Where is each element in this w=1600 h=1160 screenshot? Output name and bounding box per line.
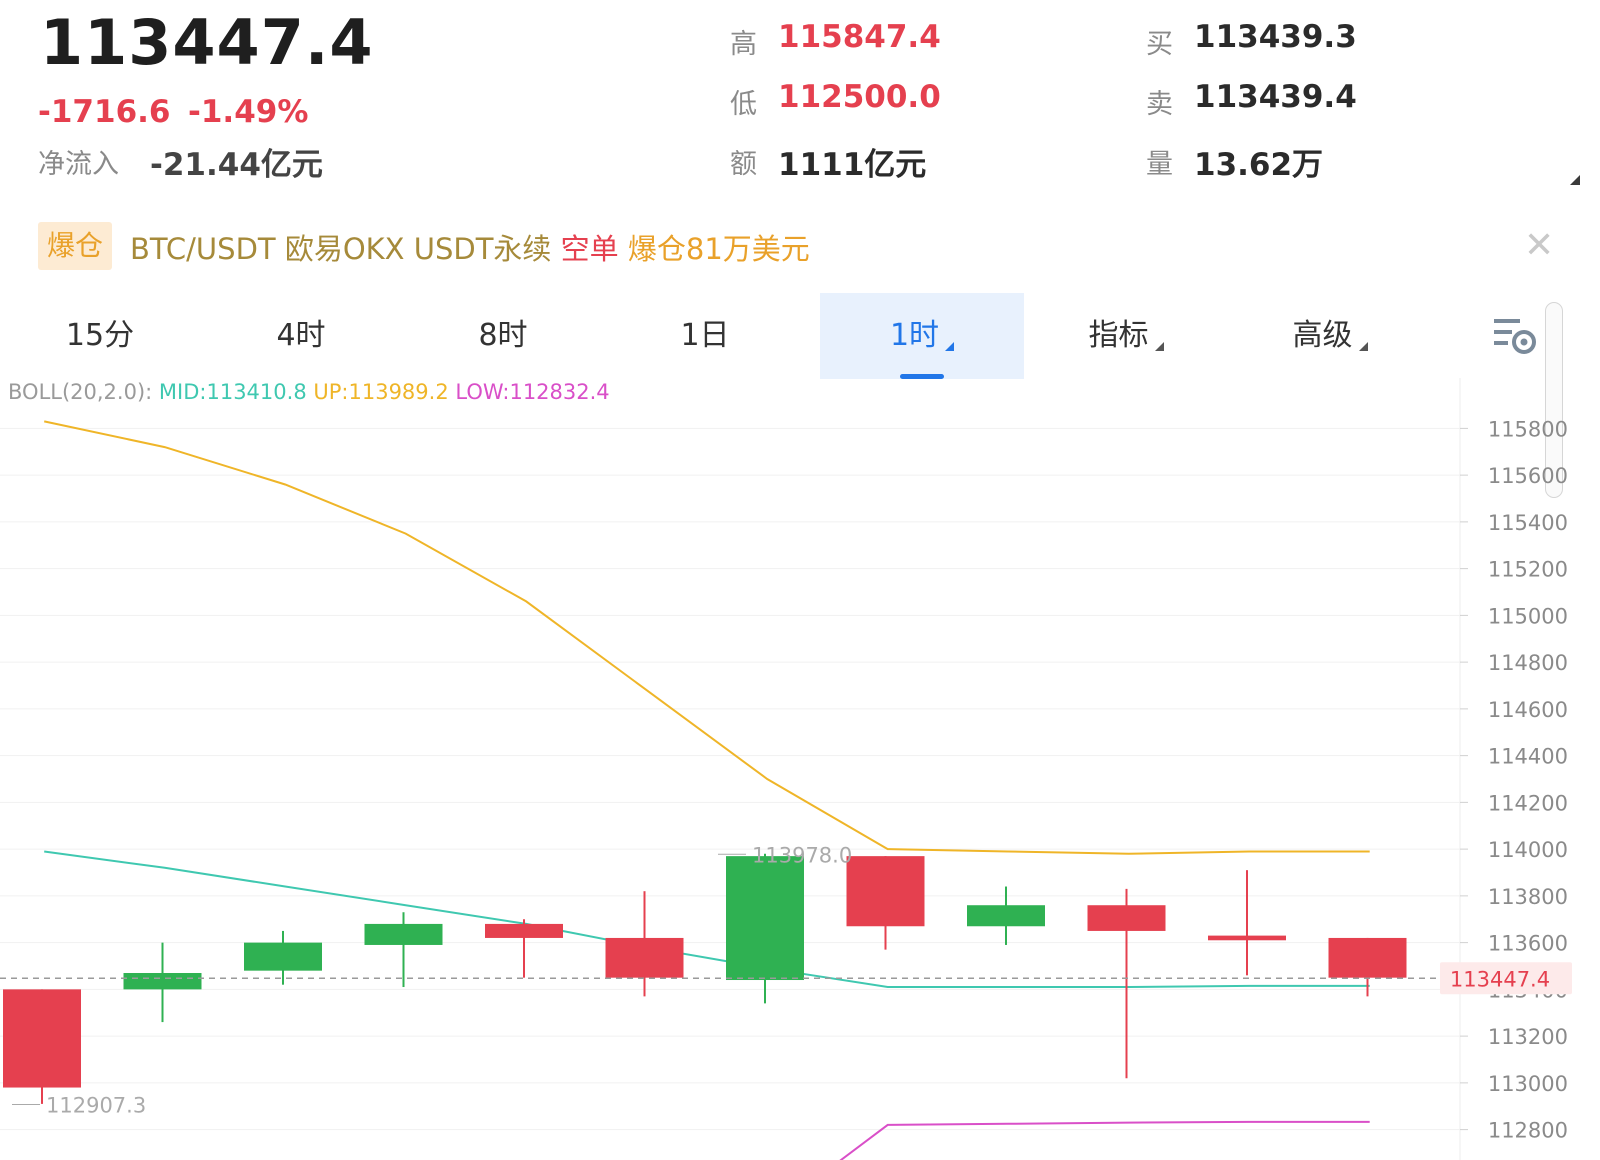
candle-body <box>123 973 202 990</box>
candle-body <box>3 989 81 1088</box>
y-tick-label: 113200 <box>1488 1025 1568 1049</box>
y-tick-label: 113000 <box>1488 1072 1568 1096</box>
candle-body <box>1087 905 1166 931</box>
high-marker-label: 113978.0 <box>752 843 852 867</box>
y-tick-label: 115400 <box>1488 511 1568 535</box>
candle-body <box>1208 935 1286 941</box>
y-tick-label: 115800 <box>1488 417 1568 441</box>
low-marker-label: 112907.3 <box>46 1094 146 1118</box>
candle-body <box>244 942 322 971</box>
y-tick-label: 112800 <box>1488 1119 1568 1143</box>
y-tick-label: 115200 <box>1488 558 1568 582</box>
candle-body <box>967 905 1045 927</box>
y-tick-label: 114200 <box>1488 791 1568 815</box>
y-tick-label: 115000 <box>1488 604 1568 628</box>
current-price-label: 113447.4 <box>1450 967 1550 991</box>
candle-body <box>364 923 443 945</box>
candle-body <box>726 856 804 981</box>
candle-body <box>1328 937 1407 978</box>
candlestick-chart[interactable]: 115800 115600 115400 115200 115000 114800 1146… <box>0 0 1600 1160</box>
y-tick-label: 114800 <box>1488 651 1568 675</box>
y-tick-label: 114600 <box>1488 698 1568 722</box>
candle-body <box>485 923 563 938</box>
candle-body <box>605 937 684 978</box>
y-tick-label: 114000 <box>1488 838 1568 862</box>
boll-upper-line <box>43 420 1370 855</box>
boll-mid-line <box>44 850 1370 988</box>
boll-lower-line <box>839 1120 1370 1160</box>
candle-body <box>846 856 925 927</box>
y-tick-label: 115600 <box>1488 464 1568 488</box>
y-tick-label: 113800 <box>1488 885 1568 909</box>
y-tick-label: 113600 <box>1488 932 1568 956</box>
y-tick-label: 114400 <box>1488 745 1568 769</box>
